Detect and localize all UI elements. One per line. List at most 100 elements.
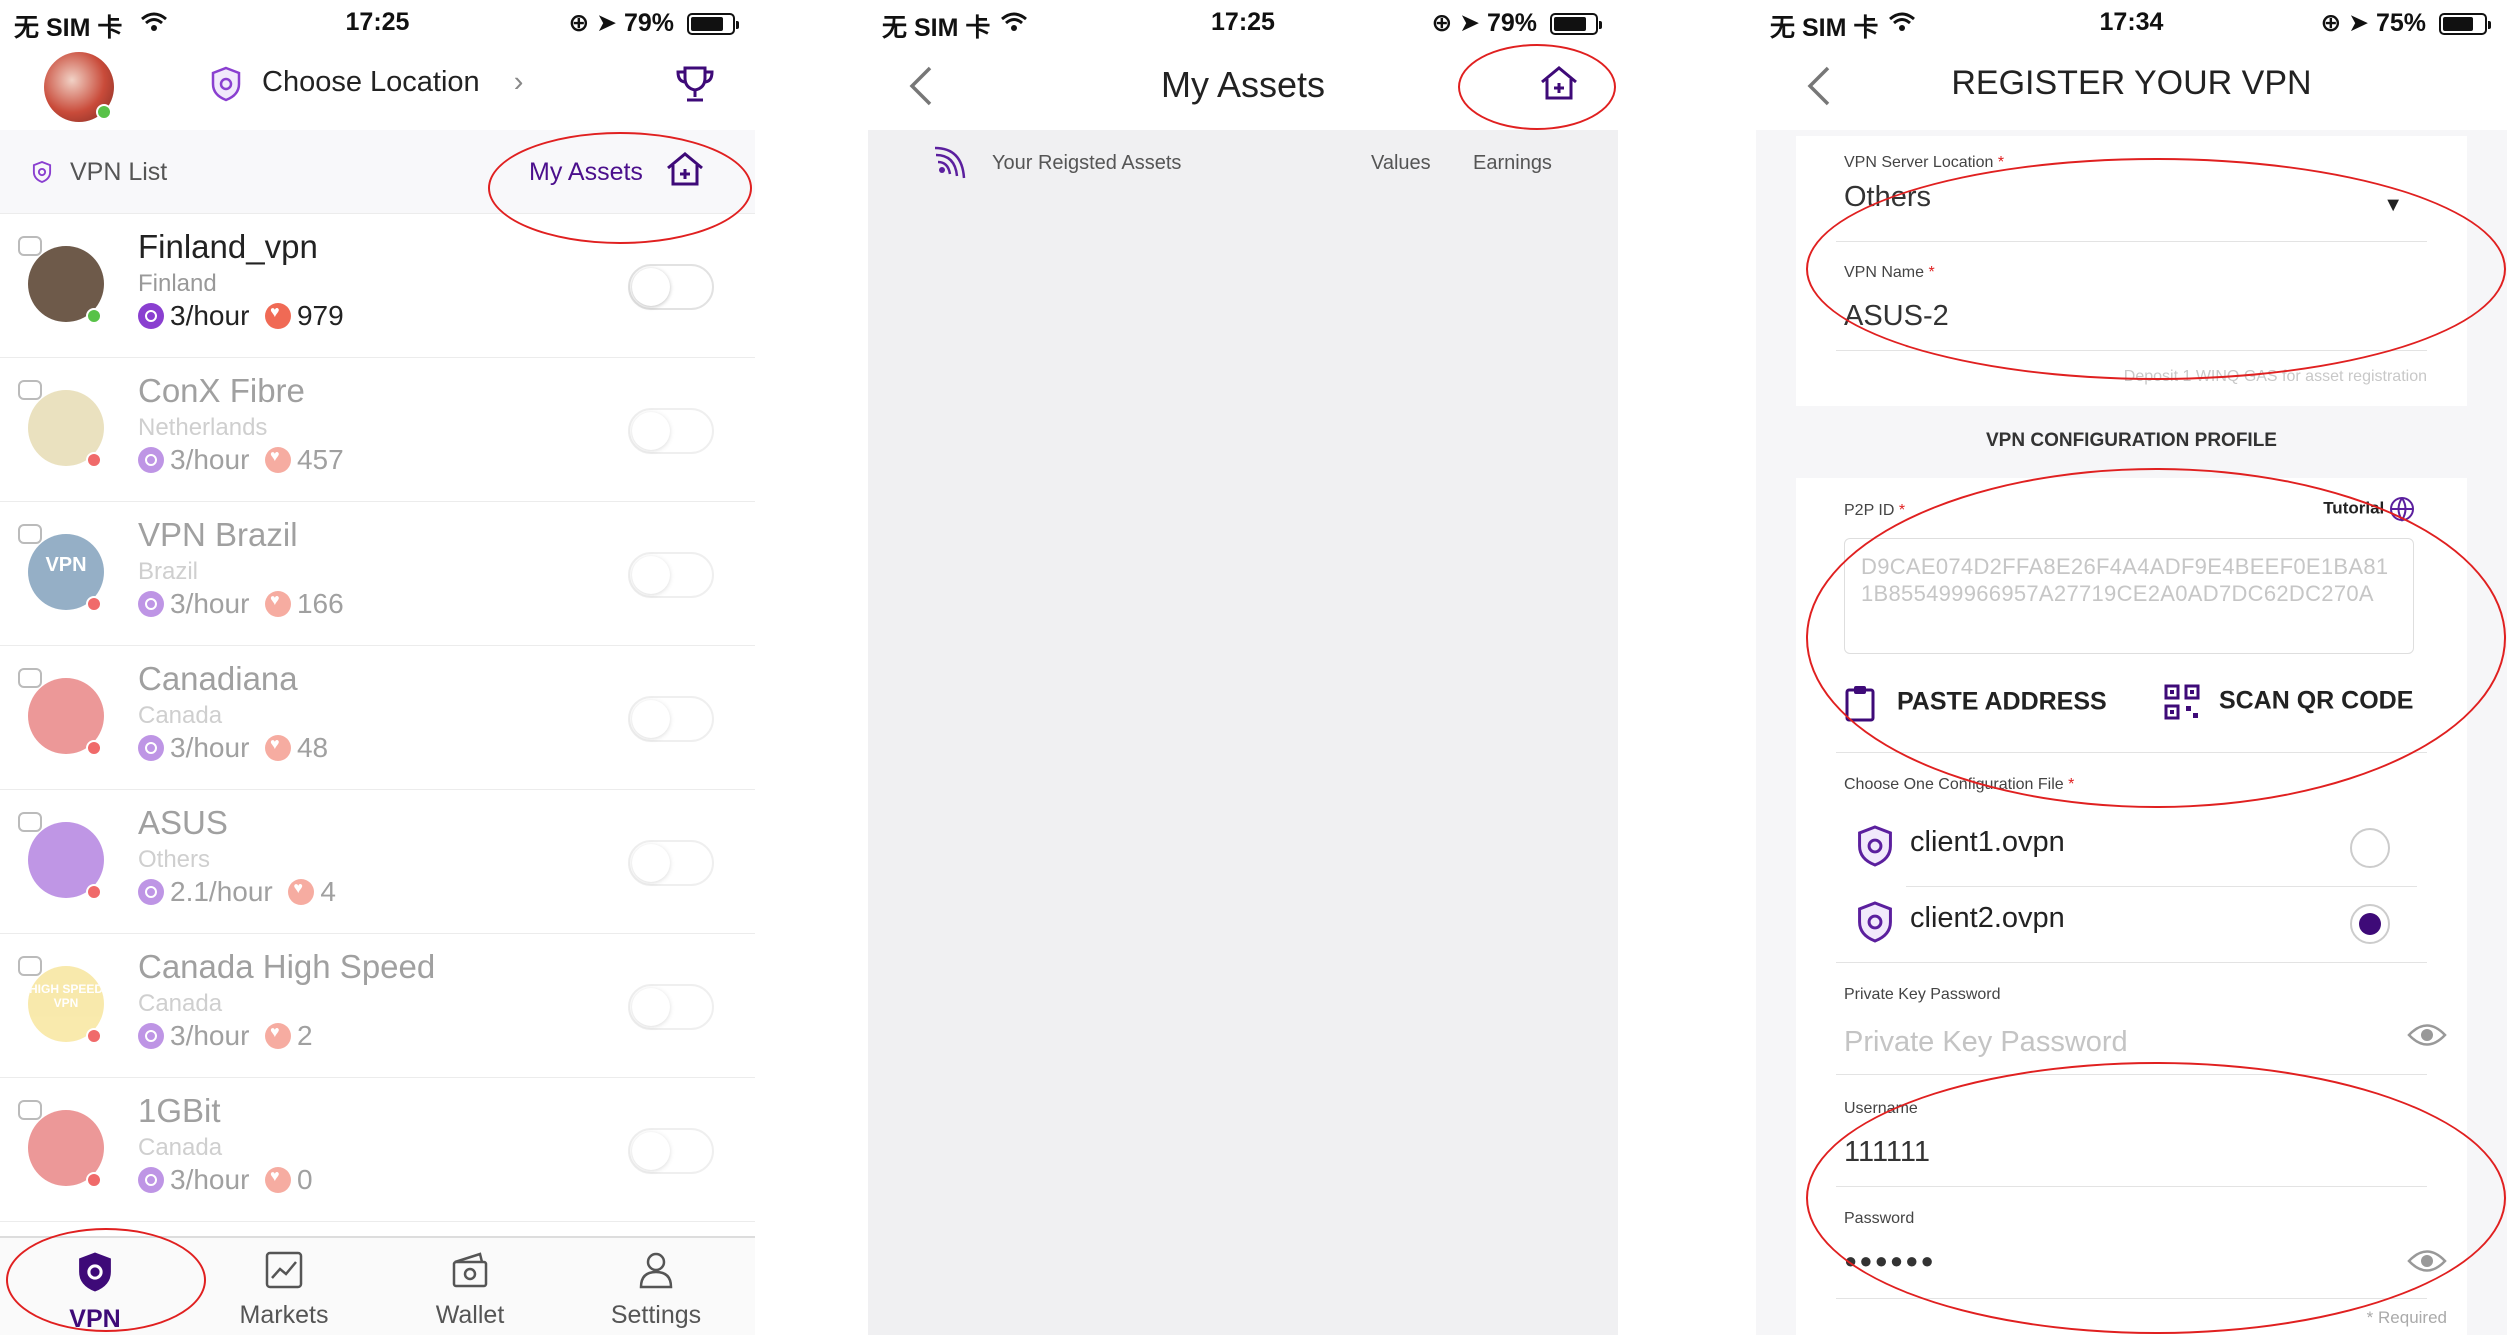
divider	[1836, 752, 2427, 753]
private-key-label: Private Key Password	[1844, 986, 2001, 1003]
vpn-info-card: VPN Server Location * Others ▼ VPN Name …	[1796, 136, 2467, 406]
online-dot	[96, 104, 112, 120]
home-plus-icon[interactable]	[664, 150, 706, 195]
vpn-list-item[interactable]: Finland_vpn Finland 3/hour 979	[0, 214, 755, 358]
paste-address-button[interactable]: PASTE ADDRESS	[1844, 684, 2107, 722]
vpn-list-item[interactable]: VPN VPN Brazil Brazil 3/hour 166	[0, 502, 755, 646]
tab-vpn[interactable]: VPN	[20, 1250, 170, 1334]
tab-settings[interactable]: Settings	[581, 1250, 731, 1330]
connect-toggle[interactable]	[628, 840, 714, 886]
vpn-country: Others	[138, 846, 211, 873]
vpn-country: Netherlands	[138, 414, 268, 441]
vpn-list-item[interactable]: Canadiana Canada 3/hour 48	[0, 646, 755, 790]
config-file-label: Choose One Configuration File *	[1844, 776, 2075, 793]
username-label: Username	[1844, 1100, 1918, 1117]
status-right: ⊕ ➤ 79%	[1431, 8, 1602, 38]
dropdown-arrow-icon[interactable]: ▼	[2383, 194, 2403, 217]
config-file-row[interactable]: client2.ovpn	[1844, 886, 2414, 962]
qlc-coin-icon	[138, 735, 164, 761]
vpn-count: 0	[296, 1164, 313, 1195]
heart-icon	[264, 1023, 291, 1049]
vpn-count: 457	[296, 444, 344, 475]
connect-toggle[interactable]	[628, 1128, 714, 1174]
connect-toggle[interactable]	[628, 408, 714, 454]
battery-percent: 75%	[2376, 9, 2427, 37]
username-input[interactable]: 111111	[1844, 1136, 1930, 1169]
connect-toggle[interactable]	[628, 552, 714, 598]
radio-button[interactable]	[2350, 828, 2390, 868]
vpn-list-screen: 无 SIM 卡 17:25 ⊕ ➤ 79% Choose Location ›	[0, 0, 755, 1335]
vpn-list-item[interactable]: HIGH SPEED VPN Canada High Speed Canada 3/h…	[0, 934, 755, 1078]
battery-icon	[1550, 13, 1602, 36]
vpn-count: 979	[296, 300, 344, 331]
heart-icon	[264, 303, 291, 329]
chat-icon[interactable]	[18, 1100, 42, 1120]
chart-icon	[265, 1251, 303, 1289]
my-assets-link[interactable]: My Assets	[529, 158, 643, 187]
location-lock-icon: ⊕ ➤	[1431, 9, 1481, 37]
eye-icon[interactable]	[2407, 1022, 2447, 1053]
divider	[1836, 962, 2427, 963]
qlc-coin-icon	[138, 447, 164, 473]
qlc-coin-icon	[138, 591, 164, 617]
assets-header: Your Reigsted Assets Values Earnings	[868, 130, 1618, 196]
private-key-input[interactable]: Private Key Password	[1844, 1026, 2128, 1059]
vpn-country: Finland	[138, 270, 217, 297]
page-title: REGISTER YOUR VPN	[1951, 64, 2312, 102]
config-file-row[interactable]: client1.ovpn	[1844, 810, 2414, 886]
shield-icon	[79, 1252, 111, 1292]
vpn-stats: 3/hour 2	[138, 1020, 313, 1052]
chat-icon[interactable]	[18, 812, 42, 832]
section-title: VPN CONFIGURATION PROFILE	[1986, 430, 2277, 451]
battery-icon	[2439, 13, 2491, 36]
vpn-stats: 3/hour 0	[138, 1164, 313, 1196]
vpn-name: Canadiana	[138, 660, 298, 697]
vpn-count: 4	[320, 876, 336, 907]
vpn-count: 166	[296, 588, 344, 619]
radio-button-selected[interactable]	[2350, 904, 2390, 944]
chat-icon[interactable]	[18, 524, 42, 544]
chat-icon[interactable]	[18, 380, 42, 400]
qlc-coin-icon	[138, 303, 164, 329]
vpn-name-label: VPN Name *	[1844, 264, 1935, 281]
chat-icon[interactable]	[18, 236, 42, 256]
tab-markets[interactable]: Markets	[209, 1250, 359, 1330]
trophy-icon[interactable]	[673, 62, 717, 111]
connect-toggle[interactable]	[628, 696, 714, 742]
vpn-count: 2	[296, 1020, 313, 1051]
tutorial-label: Tutorial	[2323, 498, 2385, 518]
status-dot	[86, 452, 102, 468]
vpn-name-input[interactable]: ASUS-2	[1844, 300, 1949, 333]
tutorial-link[interactable]: Tutorial	[2323, 496, 2415, 522]
vpn-name: Finland_vpn	[138, 228, 318, 265]
p2p-id-input[interactable]: D9CAE074D2FFA8E26F4A4ADF9E4BEEF0E1BA811B…	[1844, 538, 2414, 654]
choose-location-label: Choose Location	[262, 66, 480, 98]
connect-toggle[interactable]	[628, 264, 714, 310]
divider	[1836, 241, 2427, 242]
nav-bar: My Assets	[868, 44, 1618, 130]
eye-icon[interactable]	[2407, 1248, 2447, 1279]
user-avatar[interactable]	[44, 52, 114, 122]
heart-icon	[288, 879, 315, 905]
column-assets: Your Reigsted Assets	[992, 152, 1182, 174]
chat-icon[interactable]	[18, 956, 42, 976]
vpn-list-item[interactable]: ASUS Others 2.1/hour 4	[0, 790, 755, 934]
password-input[interactable]: ●●●●●●	[1844, 1248, 1936, 1274]
vpn-list-item[interactable]: ConX Fibre Netherlands 3/hour 457	[0, 358, 755, 502]
heart-icon	[264, 735, 291, 761]
tab-wallet[interactable]: Wallet	[395, 1250, 545, 1330]
qr-code-icon	[2164, 684, 2200, 720]
choose-location-button[interactable]: Choose Location ›	[262, 66, 523, 99]
chat-icon[interactable]	[18, 668, 42, 688]
scan-qr-button[interactable]: SCAN QR CODE	[2164, 684, 2413, 720]
server-location-select[interactable]: Others	[1844, 181, 1931, 214]
top-bar: Choose Location ›	[0, 44, 755, 130]
tab-settings-label: Settings	[610, 1301, 702, 1329]
vpn-list-item[interactable]: 1GBit Canada 3/hour 0	[0, 1078, 755, 1222]
page-title: My Assets	[1160, 64, 1326, 105]
connect-toggle[interactable]	[628, 984, 714, 1030]
my-assets-screen: 无 SIM 卡 17:25 ⊕ ➤ 79% My Assets Your Rei…	[868, 0, 1618, 1335]
shield-icon	[1858, 901, 1892, 943]
home-plus-icon[interactable]	[1538, 64, 1580, 109]
location-lock-icon: ⊕ ➤	[2320, 9, 2370, 37]
